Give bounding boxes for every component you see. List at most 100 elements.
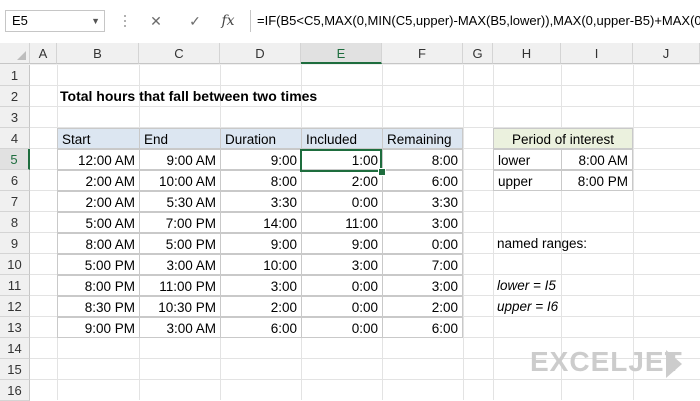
period-label-lower[interactable]: lower — [493, 149, 562, 170]
column-header-b[interactable]: B — [57, 43, 139, 64]
row-header-2[interactable]: 2 — [0, 86, 30, 107]
table-cell[interactable]: 3:00 — [220, 275, 302, 296]
named-range-upper[interactable]: upper = I6 — [497, 296, 558, 317]
table-header-start[interactable]: Start — [57, 128, 140, 149]
table-cell[interactable]: 2:00 — [382, 296, 463, 317]
column-header-j[interactable]: J — [633, 43, 700, 64]
table-cell[interactable]: 7:00 — [382, 254, 463, 275]
name-box-value: E5 — [12, 13, 28, 28]
row-header-6[interactable]: 6 — [0, 170, 30, 191]
table-cell[interactable]: 3:00 AM — [139, 317, 221, 338]
table-cell[interactable]: 8:00 — [382, 149, 463, 170]
active-cell-outline — [300, 149, 382, 172]
row-header-15[interactable]: 15 — [0, 359, 30, 380]
period-value-lower[interactable]: 8:00 AM — [561, 149, 633, 170]
table-cell[interactable]: 5:30 AM — [139, 191, 221, 212]
select-all-button[interactable] — [0, 43, 30, 64]
column-header-g[interactable]: G — [463, 43, 493, 64]
row-header-9[interactable]: 9 — [0, 233, 30, 254]
table-cell[interactable]: 9:00 — [301, 233, 383, 254]
named-range-lower[interactable]: lower = I5 — [497, 275, 556, 296]
row-header-7[interactable]: 7 — [0, 191, 30, 212]
table-cell[interactable]: 3:30 — [220, 191, 302, 212]
table-cell[interactable]: 3:00 — [301, 254, 383, 275]
column-header-c[interactable]: C — [139, 43, 220, 64]
name-box[interactable]: E5 ▼ — [5, 10, 105, 32]
row-header-3[interactable]: 3 — [0, 107, 30, 128]
insert-function-icon[interactable]: fx — [218, 10, 238, 32]
logo-arrow-icon — [666, 350, 682, 378]
cancel-icon[interactable]: ✕ — [146, 10, 166, 32]
table-cell[interactable]: 5:00 PM — [139, 233, 221, 254]
table-cell[interactable]: 7:00 PM — [139, 212, 221, 233]
column-headers: A B C D E F G H I J — [0, 43, 700, 65]
table-cell[interactable]: 9:00 AM — [139, 149, 221, 170]
table-cell[interactable]: 3:00 AM — [139, 254, 221, 275]
table-cell[interactable]: 10:00 AM — [139, 170, 221, 191]
table-header-end[interactable]: End — [139, 128, 221, 149]
column-header-i[interactable]: I — [561, 43, 633, 64]
exceljet-logo: EXCELJET — [530, 346, 683, 377]
enter-icon[interactable]: ✓ — [185, 10, 205, 32]
table-cell[interactable]: 9:00 — [220, 233, 302, 254]
table-cell[interactable]: 6:00 — [220, 317, 302, 338]
table-header-duration[interactable]: Duration — [220, 128, 302, 149]
table-cell[interactable]: 8:00 PM — [57, 275, 140, 296]
select-all-icon — [17, 51, 26, 60]
row-header-14[interactable]: 14 — [0, 338, 30, 359]
table-cell[interactable]: 8:00 — [220, 170, 302, 191]
formula-input[interactable]: =IF(B5<C5,MAX(0,MIN(C5,upper)-MAX(B5,low… — [250, 10, 700, 32]
table-cell[interactable]: 6:00 — [382, 317, 463, 338]
row-header-8[interactable]: 8 — [0, 212, 30, 233]
named-ranges-label[interactable]: named ranges: — [497, 233, 587, 254]
table-cell[interactable]: 0:00 — [301, 296, 383, 317]
table-cell[interactable]: 2:00 — [301, 170, 383, 191]
period-label-upper[interactable]: upper — [493, 170, 562, 191]
formula-bar-grip — [123, 10, 126, 32]
row-header-11[interactable]: 11 — [0, 275, 30, 296]
table-cell[interactable]: 0:00 — [301, 317, 383, 338]
row-header-1[interactable]: 1 — [0, 65, 30, 86]
table-cell[interactable]: 8:30 PM — [57, 296, 140, 317]
row-header-5[interactable]: 5 — [0, 149, 30, 170]
table-header-remaining[interactable]: Remaining — [382, 128, 463, 149]
column-header-e[interactable]: E — [301, 43, 382, 64]
table-cell[interactable]: 8:00 AM — [57, 233, 140, 254]
row-header-10[interactable]: 10 — [0, 254, 30, 275]
table-cell[interactable]: 12:00 AM — [57, 149, 140, 170]
chevron-down-icon[interactable]: ▼ — [91, 11, 100, 31]
table-cell[interactable]: 0:00 — [301, 275, 383, 296]
table-cell[interactable]: 3:00 — [382, 212, 463, 233]
table-cell[interactable]: 9:00 PM — [57, 317, 140, 338]
row-header-12[interactable]: 12 — [0, 296, 30, 317]
formula-bar: E5 ▼ ✕ ✓ fx =IF(B5<C5,MAX(0,MIN(C5,upper… — [0, 0, 700, 44]
table-cell[interactable]: 3:00 — [382, 275, 463, 296]
table-cell[interactable]: 2:00 AM — [57, 191, 140, 212]
table-cell[interactable]: 2:00 AM — [57, 170, 140, 191]
period-header[interactable]: Period of interest — [493, 128, 633, 149]
column-header-h[interactable]: H — [493, 43, 561, 64]
table-cell[interactable]: 2:00 — [220, 296, 302, 317]
row-header-4[interactable]: 4 — [0, 128, 30, 149]
table-header-included[interactable]: Included — [301, 128, 383, 149]
table-cell[interactable]: 3:30 — [382, 191, 463, 212]
table-cell[interactable]: 6:00 — [382, 170, 463, 191]
table-cell[interactable]: 9:00 — [220, 149, 302, 170]
table-cell[interactable]: 10:30 PM — [139, 296, 221, 317]
table-cell[interactable]: 0:00 — [301, 191, 383, 212]
row-header-13[interactable]: 13 — [0, 317, 30, 338]
column-header-d[interactable]: D — [220, 43, 301, 64]
period-value-upper[interactable]: 8:00 PM — [561, 170, 633, 191]
row-header-16[interactable]: 16 — [0, 380, 30, 401]
fill-handle[interactable] — [378, 168, 386, 176]
table-cell[interactable]: 11:00 PM — [139, 275, 221, 296]
table-cell[interactable]: 14:00 — [220, 212, 302, 233]
column-header-f[interactable]: F — [382, 43, 463, 64]
table-cell[interactable]: 10:00 — [220, 254, 302, 275]
column-header-a[interactable]: A — [30, 43, 57, 64]
table-cell[interactable]: 5:00 AM — [57, 212, 140, 233]
table-cell[interactable]: 11:00 — [301, 212, 383, 233]
sheet-title: Total hours that fall between two times — [60, 88, 318, 104]
table-cell[interactable]: 5:00 PM — [57, 254, 140, 275]
table-cell[interactable]: 0:00 — [382, 233, 463, 254]
